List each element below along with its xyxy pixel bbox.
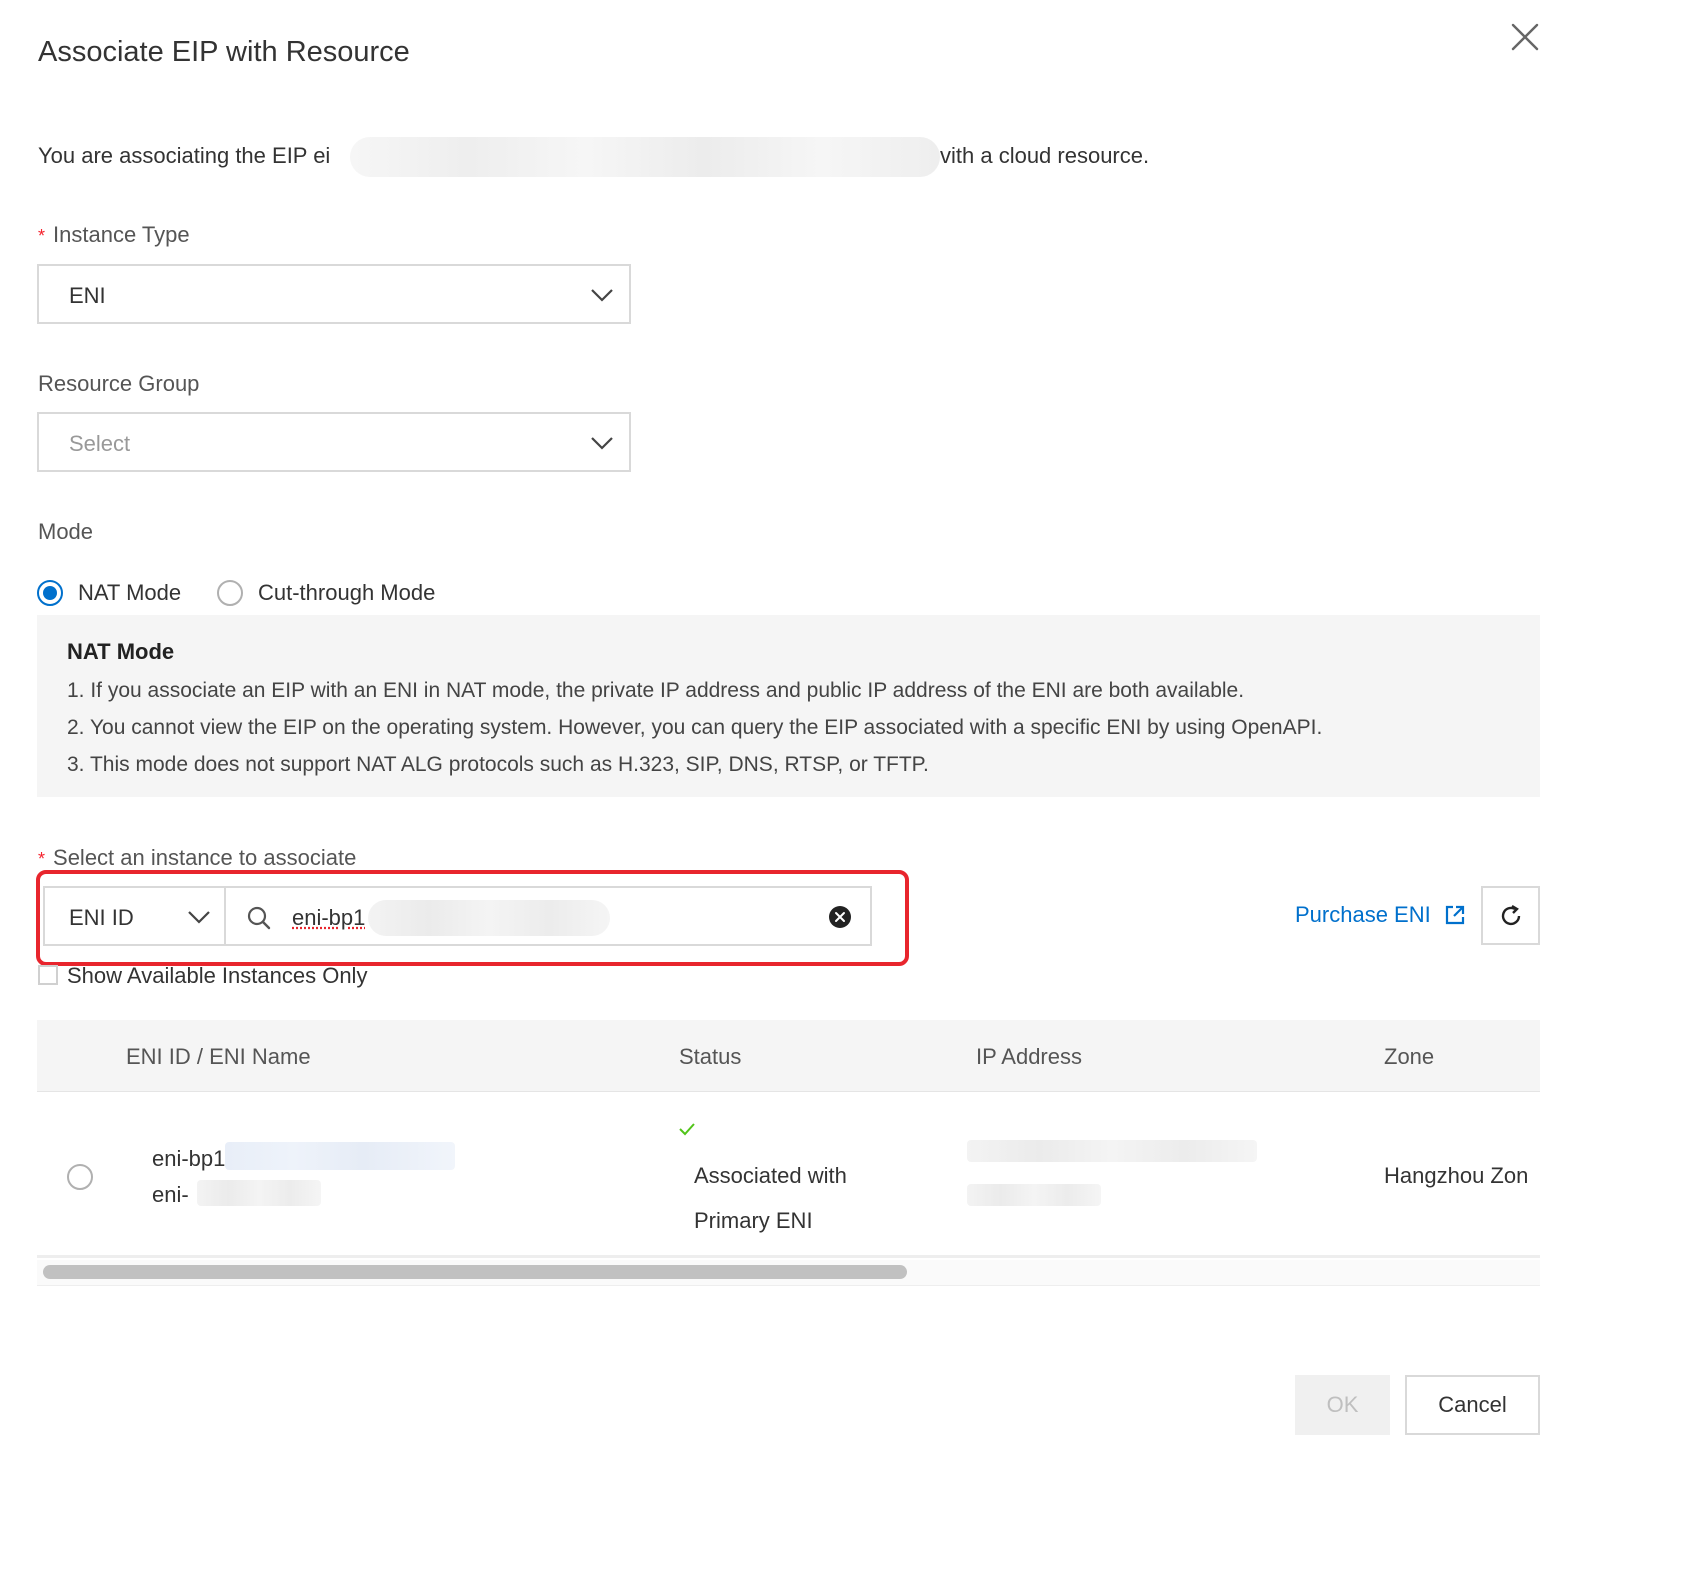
instance-type-select[interactable]: ENI [37,264,631,324]
eni-id-link[interactable]: eni-bp1 [152,1146,225,1172]
intro-text: You are associating the EIP ei vith a cl… [38,137,1238,177]
cut-through-mode-label[interactable]: Cut-through Mode [258,580,435,606]
intro-prefix: You are associating the EIP ei [38,143,331,168]
refresh-button[interactable] [1481,886,1540,945]
mode-label: Mode [38,519,94,544]
redacted-eni-name [197,1180,321,1206]
external-link-icon[interactable] [1444,904,1466,926]
horizontal-scrollbar-thumb[interactable] [43,1265,907,1279]
zone-value: Hangzhou Zon [1384,1163,1529,1188]
radio-cut-through-mode[interactable] [217,580,243,606]
notice-heading: NAT Mode [67,639,175,664]
column-eni-id-name: ENI ID / ENI Name [126,1044,311,1069]
column-zone: Zone [1384,1044,1435,1069]
purchase-eni-link[interactable]: Purchase ENI [1295,902,1431,928]
available-only-checkbox[interactable] [38,965,58,985]
redacted-eni-id [225,1142,455,1170]
cancel-button[interactable]: Cancel [1405,1375,1540,1435]
notice-line: 3. This mode does not support NAT ALG pr… [67,753,929,776]
select-instance-label: * Select an instance to associate [38,845,357,870]
required-marker: * [38,849,46,869]
nat-mode-label[interactable]: NAT Mode [78,580,181,606]
status-line-2: Primary ENI [694,1208,813,1233]
redacted-eip-id [350,137,940,177]
required-marker: * [38,226,46,246]
instance-type-value: ENI [69,283,106,308]
chevron-down-icon [591,289,613,302]
resource-group-select[interactable]: Select [37,412,631,472]
status-line-1: Associated with [694,1163,847,1188]
redacted-ip-address [967,1184,1101,1206]
eni-name: eni- [152,1182,189,1207]
highlight-annotation [36,870,909,966]
column-ip-address: IP Address [976,1044,1082,1069]
close-icon[interactable] [1510,22,1540,52]
table-row[interactable]: eni-bp1 eni- Associated with Primary ENI… [37,1092,1540,1258]
refresh-icon [1501,904,1521,926]
ok-button[interactable]: OK [1295,1375,1390,1435]
resource-group-label: Resource Group [38,371,200,396]
available-only-label[interactable]: Show Available Instances Only [67,963,367,989]
intro-suffix: vith a cloud resource. [940,143,1150,168]
dialog-title: Associate EIP with Resource [38,36,410,68]
notice-line: 2. You cannot view the EIP on the operat… [67,716,1323,739]
instance-type-label: * Instance Type [38,222,190,247]
radio-nat-mode[interactable] [37,580,63,606]
redacted-ip-address [967,1140,1257,1162]
column-status: Status [679,1044,742,1069]
notice-line: 1. If you associate an EIP with an ENI i… [67,679,1245,702]
row-select-radio[interactable] [67,1164,93,1190]
chevron-down-icon [591,437,613,450]
resource-group-placeholder: Select [69,431,131,456]
mode-notice: NAT Mode 1. If you associate an EIP with… [37,615,1540,797]
check-icon [679,1123,695,1136]
table-header: ENI ID / ENI Name Status IP Address Zone [37,1020,1540,1092]
